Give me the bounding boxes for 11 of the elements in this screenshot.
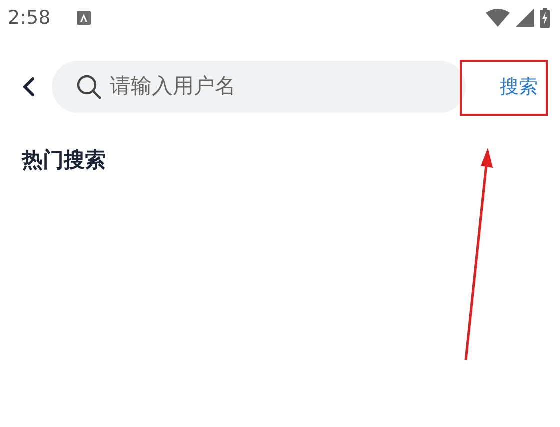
search-button[interactable]: 搜索 <box>496 66 542 108</box>
battery-icon <box>540 8 550 28</box>
wifi-icon <box>486 9 510 27</box>
search-input[interactable]: 请输入用户名 <box>108 74 450 100</box>
signal-icon <box>516 9 534 27</box>
search-field[interactable]: 请输入用户名 <box>52 61 466 113</box>
status-time: 2:58 <box>8 7 51 29</box>
notification-icon <box>76 11 91 25</box>
section-title: 热门搜索 <box>22 147 106 174</box>
search-icon <box>76 74 102 100</box>
back-icon <box>22 76 36 98</box>
